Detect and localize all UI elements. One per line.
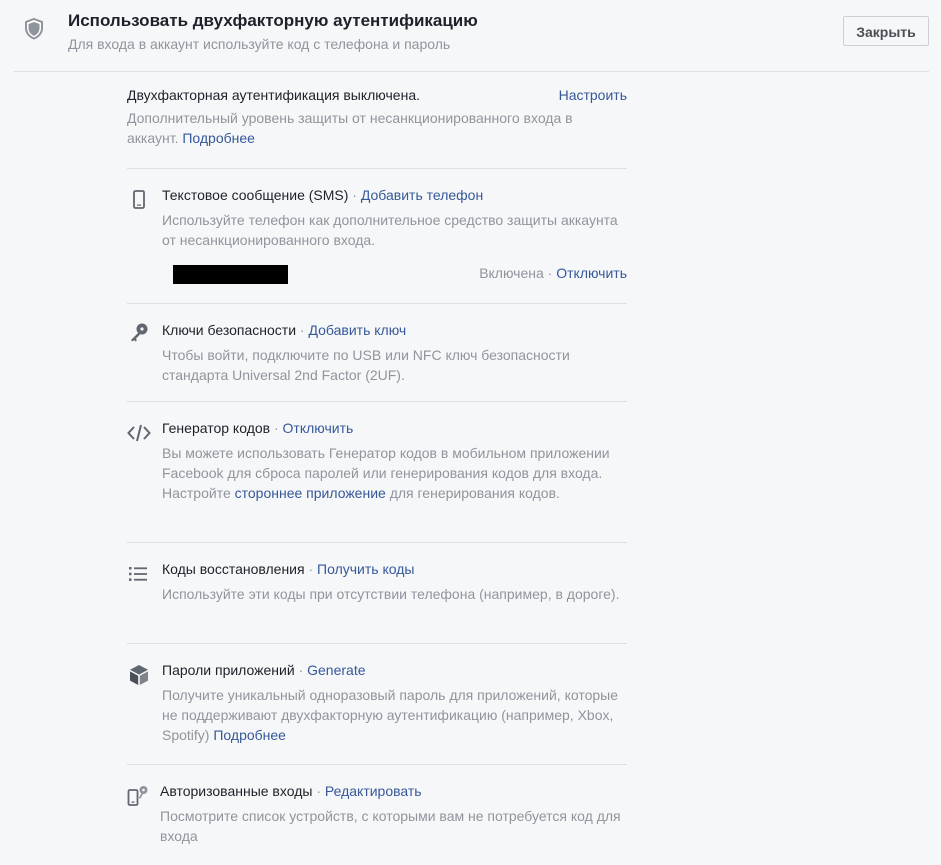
separator-dot: · xyxy=(352,187,357,203)
setup-link[interactable]: Настроить xyxy=(559,87,627,103)
separator-dot: · xyxy=(308,561,314,577)
recovery-codes-description: Используйте эти коды при отсутствии теле… xyxy=(162,586,620,602)
disable-generator-link[interactable]: Отключить xyxy=(283,420,354,436)
authorized-logins-description: Посмотрите список устройств, с которыми … xyxy=(160,808,621,844)
close-button[interactable]: Закрыть xyxy=(843,16,929,46)
code-icon xyxy=(127,421,151,445)
recovery-codes-title: Коды восстановления xyxy=(162,561,305,577)
app-passwords-section: Пароли приложений · Generate Получите ун… xyxy=(127,644,627,765)
security-keys-section: Ключи безопасности · Добавить ключ Чтобы… xyxy=(127,304,627,402)
code-generator-title: Генератор кодов xyxy=(162,420,271,436)
separator-dot: · xyxy=(298,662,304,678)
mobile-phone-icon xyxy=(127,189,151,213)
sms-title: Текстовое сообщение (SMS) xyxy=(162,187,349,203)
redacted-phone-number xyxy=(173,265,288,284)
separator-dot: · xyxy=(299,322,305,338)
security-key-icon xyxy=(127,321,151,345)
status-description: Дополнительный уровень защиты от несанкц… xyxy=(127,108,627,148)
add-key-link[interactable]: Добавить ключ xyxy=(308,322,406,338)
app-passwords-learn-more-link[interactable]: Подробнее xyxy=(213,727,286,743)
status-title: Двухфакторная аутентификация выключена. xyxy=(127,87,420,103)
code-generator-section: Генератор кодов · Отключить Вы можете ис… xyxy=(127,402,627,543)
add-phone-link[interactable]: Добавить телефон xyxy=(361,187,483,203)
phone-row: Включена · Отключить xyxy=(162,250,627,292)
settings-content: Двухфакторная аутентификация выключена. … xyxy=(127,72,627,865)
separator-dot: · xyxy=(316,783,321,799)
security-keys-title: Ключи безопасности xyxy=(162,322,297,338)
get-codes-link[interactable]: Получить коды xyxy=(317,561,414,577)
cube-icon xyxy=(127,663,151,687)
third-party-app-link[interactable]: стороннее приложение xyxy=(235,485,386,501)
authorized-device-icon xyxy=(127,784,151,808)
sms-description: Используйте телефон как дополнительное с… xyxy=(162,212,618,248)
disable-sms-link[interactable]: Отключить xyxy=(556,265,627,281)
generate-link[interactable]: Generate xyxy=(307,662,365,678)
two-factor-status: Двухфакторная аутентификация выключена. … xyxy=(127,72,627,169)
code-generator-description-tail: для генерирования кодов. xyxy=(385,485,560,501)
app-passwords-description: Получите уникальный одноразовый пароль д… xyxy=(162,685,627,745)
app-passwords-title: Пароли приложений xyxy=(162,662,295,678)
dialog-header: Использовать двухфакторную аутентификаци… xyxy=(0,0,941,72)
learn-more-link[interactable]: Подробнее xyxy=(182,130,255,146)
edit-authorized-link[interactable]: Редактировать xyxy=(325,783,422,799)
dialog-subtitle: Для входа в аккаунт используйте код с те… xyxy=(68,36,451,52)
authorized-logins-section: Авторизованные входы · Редактировать Пос… xyxy=(127,765,627,865)
security-keys-description: Чтобы войти, подключите по USB или NFC к… xyxy=(162,347,570,383)
separator-dot: · xyxy=(273,420,279,436)
list-icon xyxy=(127,562,151,586)
recovery-codes-section: Коды восстановления · Получить коды Испо… xyxy=(127,543,627,644)
shield-icon xyxy=(22,17,46,41)
separator-dot: · xyxy=(547,265,553,281)
authorized-logins-title: Авторизованные входы xyxy=(160,783,313,799)
dialog-title: Использовать двухфакторную аутентификаци… xyxy=(68,11,478,30)
sms-state: Включена xyxy=(479,265,544,281)
sms-section: Текстовое сообщение (SMS) · Добавить тел… xyxy=(127,169,627,304)
code-generator-description: Вы можете использовать Генератор кодов в… xyxy=(162,443,627,503)
